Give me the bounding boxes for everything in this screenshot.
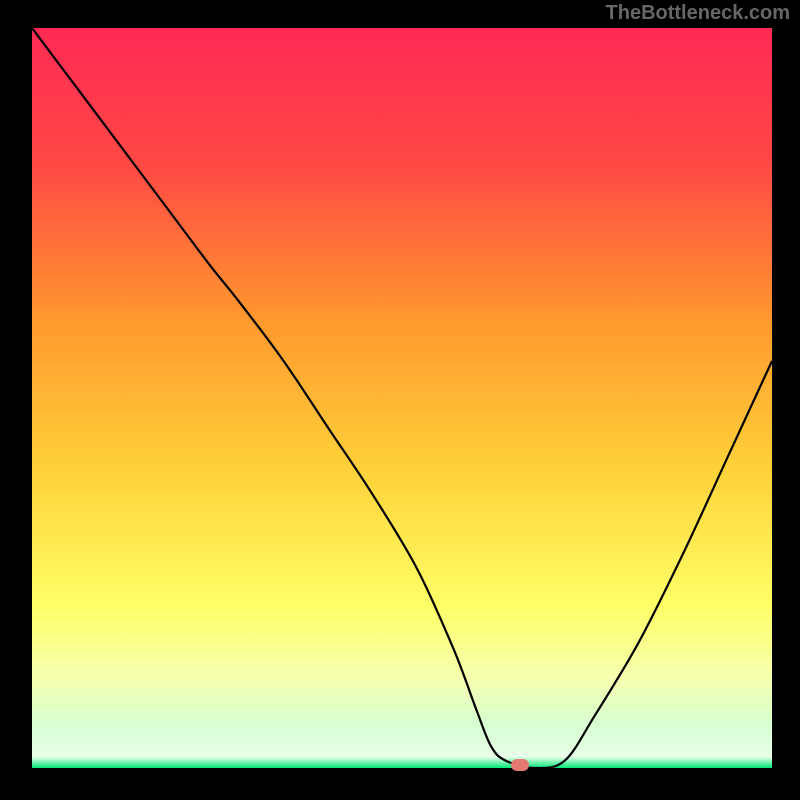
watermark-text: TheBottleneck.com xyxy=(606,2,790,25)
chart-frame: TheBottleneck.com xyxy=(0,0,800,800)
optimal-marker xyxy=(511,759,529,771)
heatmap-background xyxy=(32,28,772,768)
bottleneck-chart xyxy=(32,28,772,768)
